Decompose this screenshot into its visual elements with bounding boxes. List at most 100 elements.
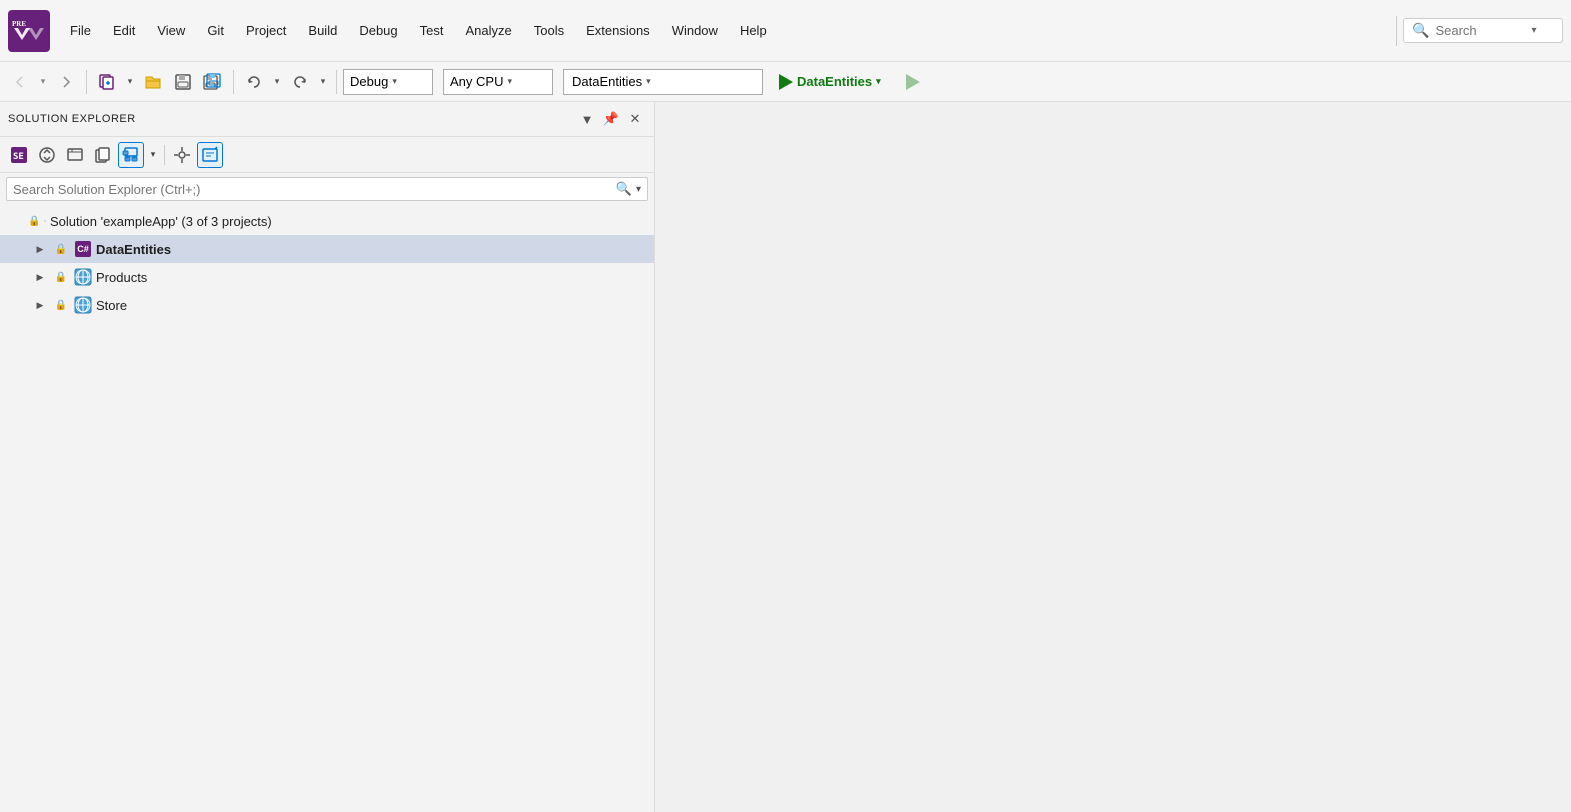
vs-logo: PRE xyxy=(8,10,50,52)
menu-debug[interactable]: Debug xyxy=(349,19,407,42)
se-search-input[interactable] xyxy=(13,182,612,197)
startup-label: DataEntities xyxy=(572,74,642,89)
run-label: DataEntities xyxy=(797,74,872,89)
run-button[interactable]: DataEntities ▾ xyxy=(771,71,889,93)
lock-icon-store: 🔒 xyxy=(55,300,67,311)
new-item-dropdown[interactable]: ▾ xyxy=(123,68,137,96)
toolbar: ▾ ▾ xyxy=(0,62,1571,102)
open-file-button[interactable] xyxy=(139,68,167,96)
dataentities-expand-arrow[interactable] xyxy=(32,241,48,257)
menu-help[interactable]: Help xyxy=(730,19,777,42)
solution-explorer-panel: Solution Explorer ▼ 📌 ✕ SE xyxy=(0,102,655,812)
dataentities-label: DataEntities xyxy=(96,242,171,257)
search-icon: 🔍 xyxy=(1412,22,1429,39)
menu-extensions[interactable]: Extensions xyxy=(576,19,660,42)
products-lock-icon: 🔒 xyxy=(52,268,70,286)
class-view-button[interactable] xyxy=(118,142,144,168)
products-globe-icon xyxy=(74,268,92,286)
store-globe-icon xyxy=(74,296,92,314)
play-outline-icon xyxy=(906,74,920,90)
save-button[interactable] xyxy=(169,68,197,96)
search-input[interactable] xyxy=(1435,23,1525,38)
store-lock-icon: 🔒 xyxy=(52,296,70,314)
menu-bar: PRE File Edit View Git Project Build Deb… xyxy=(0,0,1571,62)
menu-window[interactable]: Window xyxy=(662,19,728,42)
tree-item-store[interactable]: 🔒 Store xyxy=(0,291,654,319)
store-expand-arrow[interactable] xyxy=(32,297,48,313)
undo-dropdown[interactable]: ▾ xyxy=(270,68,284,96)
startup-project-dropdown[interactable]: DataEntities ▾ xyxy=(563,69,763,95)
menu-test[interactable]: Test xyxy=(410,19,454,42)
se-search-dropdown[interactable]: ▾ xyxy=(636,184,641,195)
svg-text:SE: SE xyxy=(13,152,24,162)
store-label: Store xyxy=(96,298,127,313)
se-titlebar-icons: ▼ 📌 ✕ xyxy=(576,108,646,130)
run-chevron-icon: ▾ xyxy=(876,76,881,87)
config-chevron-icon: ▾ xyxy=(392,76,397,87)
tree-item-products[interactable]: 🔒 Products xyxy=(0,263,654,291)
back-button[interactable] xyxy=(6,68,34,96)
redo-dropdown[interactable]: ▾ xyxy=(316,68,330,96)
lock-icon: 🔒 xyxy=(28,216,40,227)
se-toolbar: SE xyxy=(0,137,654,173)
menu-items: File Edit View Git Project Build Debug T… xyxy=(60,19,1390,42)
new-item-button[interactable] xyxy=(93,68,121,96)
products-label: Products xyxy=(96,270,147,285)
configuration-dropdown[interactable]: Debug ▾ xyxy=(343,69,433,95)
se-titlebar: Solution Explorer ▼ 📌 ✕ xyxy=(0,102,654,137)
menu-tools[interactable]: Tools xyxy=(524,19,574,42)
menu-view[interactable]: View xyxy=(147,19,195,42)
tb-sep-2 xyxy=(233,70,234,94)
search-chevron-icon[interactable]: ▾ xyxy=(1531,25,1536,36)
menu-file[interactable]: File xyxy=(60,19,101,42)
svg-text:PRE: PRE xyxy=(12,20,26,28)
se-tree: 🔒 Solution 'exampleApp' (3 of 3 projects… xyxy=(0,205,654,812)
products-expand-arrow[interactable] xyxy=(32,269,48,285)
platform-chevron-icon: ▾ xyxy=(507,76,512,87)
lock-icon-dataentities: 🔒 xyxy=(55,244,67,255)
platform-dropdown[interactable]: Any CPU ▾ xyxy=(443,69,553,95)
dataentities-cs-icon: C# xyxy=(74,240,92,258)
se-search-box[interactable]: 🔍 ▾ xyxy=(6,177,648,201)
menu-edit[interactable]: Edit xyxy=(103,19,145,42)
menu-project[interactable]: Project xyxy=(236,19,296,42)
config-label: Debug xyxy=(350,74,388,89)
menu-separator xyxy=(1396,16,1397,46)
tb-sep-1 xyxy=(86,70,87,94)
run-no-debug-button[interactable] xyxy=(899,68,927,96)
top-search-bar[interactable]: 🔍 ▾ xyxy=(1403,18,1563,43)
forward-button[interactable] xyxy=(52,68,80,96)
lock-icon-products: 🔒 xyxy=(55,272,67,283)
menu-analyze[interactable]: Analyze xyxy=(455,19,521,42)
solution-root-item[interactable]: 🔒 Solution 'exampleApp' (3 of 3 projects… xyxy=(0,207,654,235)
se-tb-sep xyxy=(164,145,165,165)
preview-button[interactable] xyxy=(197,142,223,168)
back-dropdown[interactable]: ▾ xyxy=(36,68,50,96)
dropdown-button[interactable]: ▾ xyxy=(146,142,160,168)
platform-label: Any CPU xyxy=(450,74,503,89)
show-all-files-button[interactable] xyxy=(62,142,88,168)
se-search-icon: 🔍 xyxy=(616,181,632,197)
play-icon xyxy=(779,74,793,90)
solution-icon: 🔒 xyxy=(28,212,46,230)
se-close-button[interactable]: ✕ xyxy=(624,108,646,130)
properties-button[interactable] xyxy=(169,142,195,168)
tree-item-dataentities[interactable]: 🔒 C# DataEntities xyxy=(0,235,654,263)
menu-build[interactable]: Build xyxy=(298,19,347,42)
sync-changes-button[interactable] xyxy=(34,142,60,168)
solution-label: Solution 'exampleApp' (3 of 3 projects) xyxy=(50,214,272,229)
main-area: Solution Explorer ▼ 📌 ✕ SE xyxy=(0,102,1571,812)
redo-button[interactable] xyxy=(286,68,314,96)
menu-git[interactable]: Git xyxy=(197,19,234,42)
undo-button[interactable] xyxy=(240,68,268,96)
se-title: Solution Explorer xyxy=(8,113,572,125)
pending-changes-button[interactable]: SE xyxy=(6,142,32,168)
se-pin-button[interactable]: ▼ xyxy=(576,108,598,130)
se-dock-button[interactable]: 📌 xyxy=(600,108,622,130)
tb-sep-3 xyxy=(336,70,337,94)
dataentities-lock-icon: 🔒 xyxy=(52,240,70,258)
copy-button[interactable] xyxy=(90,142,116,168)
startup-chevron-icon: ▾ xyxy=(646,76,651,87)
editor-area xyxy=(655,102,1571,812)
save-all-button[interactable] xyxy=(199,68,227,96)
